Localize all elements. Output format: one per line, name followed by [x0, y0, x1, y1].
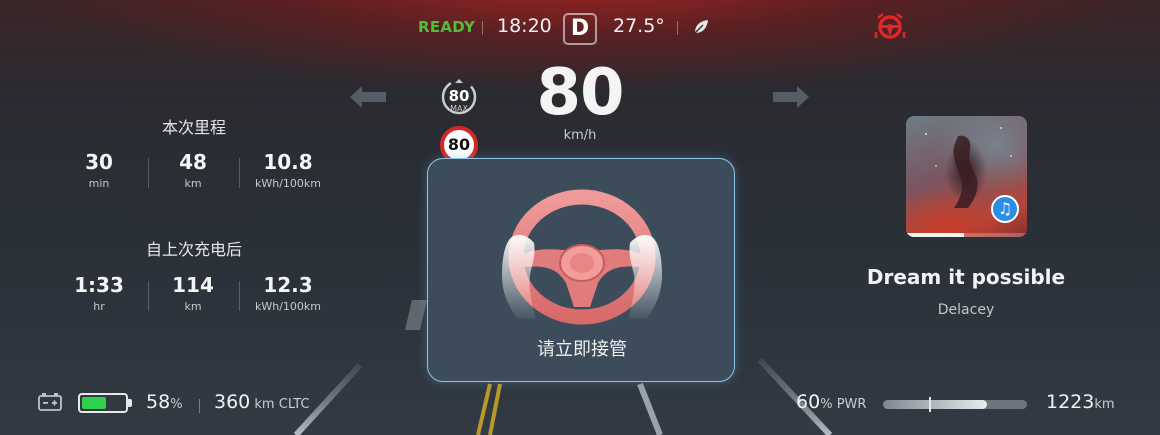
since-charge-consumption: 12.3 kWh/100km	[254, 273, 321, 313]
trip-duration: 30 min	[85, 150, 113, 190]
status-bar: READY 18:20 D 27.5°	[0, 12, 1160, 45]
battery-gauge	[78, 393, 128, 413]
divider	[482, 21, 483, 35]
since-charge-duration: 1:33 hr	[74, 273, 124, 313]
divider	[239, 281, 240, 311]
song-progress-fill	[906, 233, 964, 237]
range-estimate: 360 km CLTC	[214, 391, 310, 413]
steering-wheel-warning-icon	[874, 13, 906, 39]
cruise-max-label: MAX	[450, 104, 468, 113]
battery-percent: 58%	[146, 391, 183, 413]
takeover-alert-dialog: 请立即接管	[427, 158, 735, 382]
outside-temperature: 27.5°	[613, 15, 665, 37]
trip-consumption: 10.8 kWh/100km	[254, 150, 321, 190]
eco-leaf-icon	[694, 20, 708, 34]
power-level-fill	[883, 400, 987, 409]
speed-value: 80	[536, 56, 624, 130]
since-charge-title: 自上次充电后	[145, 240, 242, 259]
divider	[677, 21, 678, 35]
odometer: 1223km	[1046, 391, 1115, 413]
instrument-cluster: READY 18:20 D 27.5° 80 km/h 80 MAX 80 本次	[0, 0, 1160, 435]
battery-cap	[128, 399, 132, 407]
power-gauge	[883, 400, 1027, 409]
song-artist: Delacey	[937, 302, 995, 318]
power-percent: 60% PWR	[796, 391, 867, 413]
power-gauge-marker	[929, 397, 931, 412]
speed-unit: km/h	[563, 128, 597, 143]
since-charge-distance: 114 km	[172, 273, 214, 313]
gear-indicator: D	[563, 13, 597, 45]
song-title: Dream it possible	[866, 265, 1066, 289]
divider	[199, 399, 200, 413]
takeover-message: 请立即接管	[537, 339, 627, 360]
clock: 18:20	[497, 15, 552, 37]
trip-title: 本次里程	[161, 118, 226, 137]
steering-wheel-hands-icon	[502, 189, 662, 325]
battery-level-fill	[82, 397, 106, 409]
battery-pack-icon	[38, 393, 62, 411]
music-note-icon: ♫	[991, 195, 1019, 223]
cruise-max-speed: 80	[448, 87, 470, 105]
divider	[148, 281, 149, 311]
divider	[239, 158, 240, 188]
turn-left-indicator-icon	[350, 86, 386, 108]
turn-right-indicator-icon	[773, 86, 809, 108]
trip-distance: 48 km	[179, 150, 207, 190]
album-art[interactable]: ♫	[906, 116, 1027, 237]
divider	[148, 158, 149, 188]
ready-indicator: READY	[418, 18, 476, 36]
song-progress-bar[interactable]	[906, 233, 1027, 237]
